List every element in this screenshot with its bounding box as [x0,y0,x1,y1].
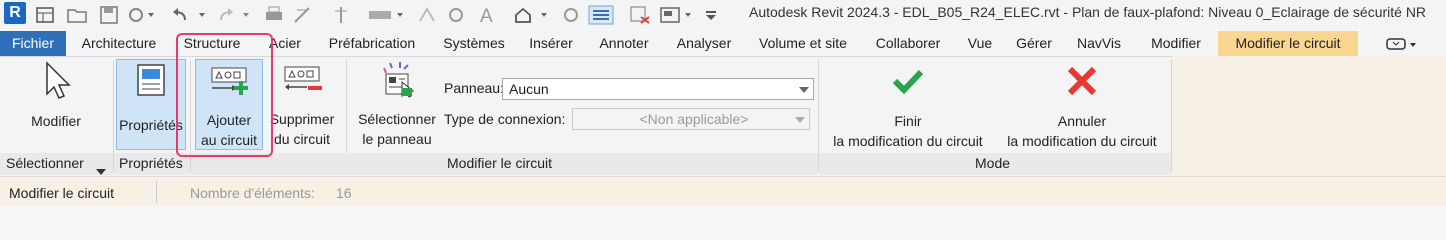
selector-panel-label: Sélectionner [6,155,84,171]
select-panel-label-1: Sélectionner [358,111,436,127]
tab-collaborer[interactable]: Collaborer [866,31,950,56]
mode-panel-label: Mode [975,155,1011,171]
customize-toolbar-icon[interactable] [702,4,720,26]
select-panel-button[interactable]: Sélectionner le panneau [354,60,440,148]
open-folder-icon[interactable] [66,4,88,26]
dimension-icon[interactable] [330,4,352,26]
select-panel-icon [354,62,440,103]
cursor-arrow-icon [14,60,98,105]
cancel-label-2: la modification du circuit [1007,133,1157,149]
tab-navvis[interactable]: NavVis [1068,31,1130,56]
ribbon-minimize-toggle[interactable] [1378,31,1424,56]
tab-analyser[interactable]: Analyser [668,31,740,56]
switch-windows-icon[interactable] [658,4,696,26]
tab-modifier-le-circuit[interactable]: Modifier le circuit [1218,31,1358,56]
properties-icon [117,64,185,101]
tab-modifier[interactable]: Modifier [1140,31,1212,56]
tab-fichier[interactable]: Fichier [0,31,66,56]
panel-divider [1171,60,1172,172]
svg-text:A: A [480,6,493,25]
connection-type-value: <Non applicable> [639,111,749,127]
highlight-frame [176,33,273,157]
sync-icon[interactable] [126,4,156,26]
tab-annoter[interactable]: Annoter [590,31,658,56]
aligned-dimension-icon[interactable] [366,4,406,26]
panel-field-label: Panneau: [444,80,504,96]
properties-panel-label: Propriétés [119,155,183,171]
panel-dropdown-value: Aucun [509,81,549,97]
tag-icon[interactable] [446,4,468,26]
properties-label: Propriétés [119,117,183,133]
chevron-down-icon [795,117,805,123]
modify-button[interactable]: Modifier [14,60,98,148]
tab-architecture[interactable]: Architecture [70,31,168,56]
modify-circuit-panel-label: Modifier le circuit [447,155,553,171]
chevron-down-icon [799,87,809,93]
cross-icon [996,66,1168,101]
panel-title-selector[interactable]: Sélectionner [0,153,113,175]
print-icon[interactable] [262,4,286,26]
cancel-editing-circuit-button[interactable]: Annuler la modification du circuit [996,60,1168,149]
save-icon[interactable] [98,4,120,26]
connection-type-label: Type de connexion: [444,111,566,127]
home-grid-icon[interactable] [34,4,56,26]
thin-lines-icon[interactable] [586,4,616,26]
tab-systemes[interactable]: Systèmes [436,31,512,56]
remove-from-circuit-button[interactable]: Supprimer du circuit [266,59,338,150]
finish-label-2: la modification du circuit [833,133,983,149]
panel-title-modify-circuit: Modifier le circuit [191,153,818,175]
cancel-label-1: Annuler [1057,113,1107,129]
section-icon[interactable] [560,4,582,26]
revit-logo[interactable]: R [4,2,26,24]
ribbon-empty-area [1172,56,1446,176]
panel-dropdown[interactable]: Aucun [502,78,814,100]
undo-icon[interactable] [170,4,208,26]
title-bar: R A Autodesk Revit 2024.3 - EDL_B05_R24_… [0,0,1446,29]
redo-icon[interactable] [214,4,252,26]
tab-prefabrication[interactable]: Préfabrication [318,31,426,56]
current-mode-label: Modifier le circuit [9,185,115,201]
spot-elevation-icon[interactable] [416,4,438,26]
element-count-label: Nombre d'éléments: [190,185,315,201]
tab-vue[interactable]: Vue [960,31,1000,56]
panel-title-mode: Mode [819,153,1171,175]
select-panel-label-2: le panneau [362,131,432,147]
status-divider [156,181,157,203]
remove-from-circuit-icon [266,65,338,100]
checkmark-icon [822,66,994,101]
remove-from-circuit-label-1: Supprimer [269,111,335,127]
element-count-value: 16 [336,185,352,201]
tab-volume-et-site[interactable]: Volume et site [750,31,856,56]
window-title: Autodesk Revit 2024.3 - EDL_B05_R24_ELEC… [749,4,1427,20]
connection-type-dropdown: <Non applicable> [572,108,810,130]
modify-label: Modifier [31,113,81,129]
options-bar: Modifier le circuit Nombre d'éléments: 1… [0,176,1446,206]
finish-editing-circuit-button[interactable]: Finir la modification du circuit [822,60,994,149]
text-icon[interactable]: A [476,4,498,26]
remove-from-circuit-label-2: du circuit [273,131,331,147]
tab-gerer[interactable]: Gérer [1010,31,1058,56]
close-hidden-windows-icon[interactable] [628,4,652,26]
measure-icon[interactable] [292,4,314,26]
tab-inserer[interactable]: Insérer [522,31,580,56]
3d-view-icon[interactable] [512,4,552,26]
finish-label-1: Finir [894,113,922,129]
